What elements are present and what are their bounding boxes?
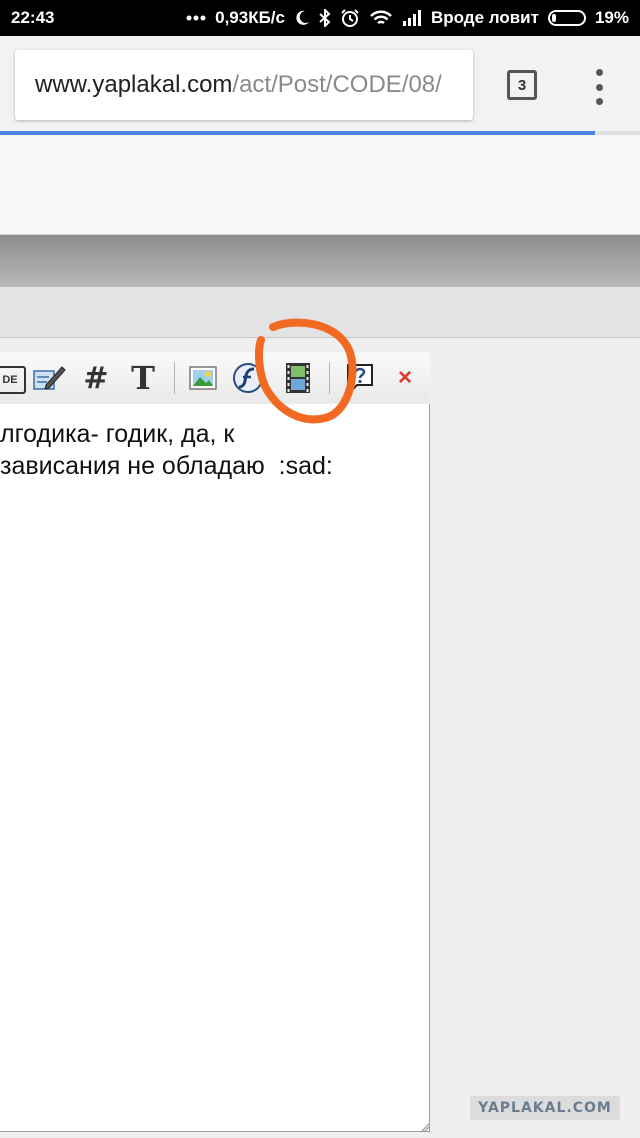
resize-grip-icon[interactable] <box>421 1123 429 1131</box>
tab-switcher-button[interactable]: 3 <box>507 70 537 100</box>
watermark: YAPLAKAL.COM <box>470 1096 620 1120</box>
text-icon[interactable]: T <box>130 359 156 397</box>
code-icon[interactable]: DE <box>0 366 26 394</box>
toolbar-separator <box>329 362 330 394</box>
address-bar[interactable]: www.yaplakal.com/act/Post/CODE/08/ <box>15 50 473 120</box>
url-path: /act/Post/CODE/08/ <box>232 71 442 98</box>
video-icon[interactable] <box>283 362 313 394</box>
hash-button-label: # <box>83 360 109 396</box>
text-button-label: T <box>131 359 155 397</box>
bluetooth-icon <box>319 9 331 27</box>
edit-icon[interactable] <box>32 362 66 394</box>
browser-toolbar: www.yaplakal.com/act/Post/CODE/08/ 3 <box>0 36 640 136</box>
hash-icon[interactable]: # <box>83 360 109 396</box>
editor-toolbar: DE # T × <box>0 352 430 405</box>
menu-dot <box>595 69 603 76</box>
status-time: 22:43 <box>11 8 55 27</box>
status-right: 0,93КБ/с Вроде ловит 19% <box>186 8 629 28</box>
tab-count: 3 <box>517 76 527 94</box>
close-icon[interactable]: × <box>394 362 416 394</box>
page-load-progress <box>0 131 640 135</box>
page-subnav-band <box>0 287 640 338</box>
toolbar-separator <box>174 362 175 394</box>
moon-icon <box>294 10 310 26</box>
code-button-label: DE <box>2 374 18 386</box>
battery-level: 19% <box>594 8 629 27</box>
battery-icon <box>547 10 586 26</box>
wifi-icon <box>369 9 393 27</box>
network-speed: 0,93КБ/с <box>215 8 285 27</box>
cell-signal-icon <box>402 10 422 26</box>
url-host: www.yaplakal.com <box>35 71 233 98</box>
page-nav-band <box>0 235 640 287</box>
page-header-area <box>0 136 640 235</box>
signal-dots-icon <box>186 15 206 21</box>
alarm-icon <box>340 8 360 28</box>
flash-icon[interactable] <box>232 362 264 394</box>
post-textarea[interactable]: лгодика- годик, да, к зависания не облад… <box>0 404 430 1132</box>
close-button-label: × <box>397 364 412 391</box>
help-icon[interactable] <box>345 362 375 394</box>
menu-dot <box>595 83 603 91</box>
page-load-progress-fill <box>0 131 596 135</box>
browser-menu-button[interactable] <box>588 69 610 105</box>
menu-dot <box>595 98 603 105</box>
status-bar: 22:43 0,93КБ/с Вроде ловит 19% <box>0 0 640 36</box>
carrier-name: Вроде ловит <box>430 8 539 27</box>
image-icon[interactable] <box>188 362 218 394</box>
